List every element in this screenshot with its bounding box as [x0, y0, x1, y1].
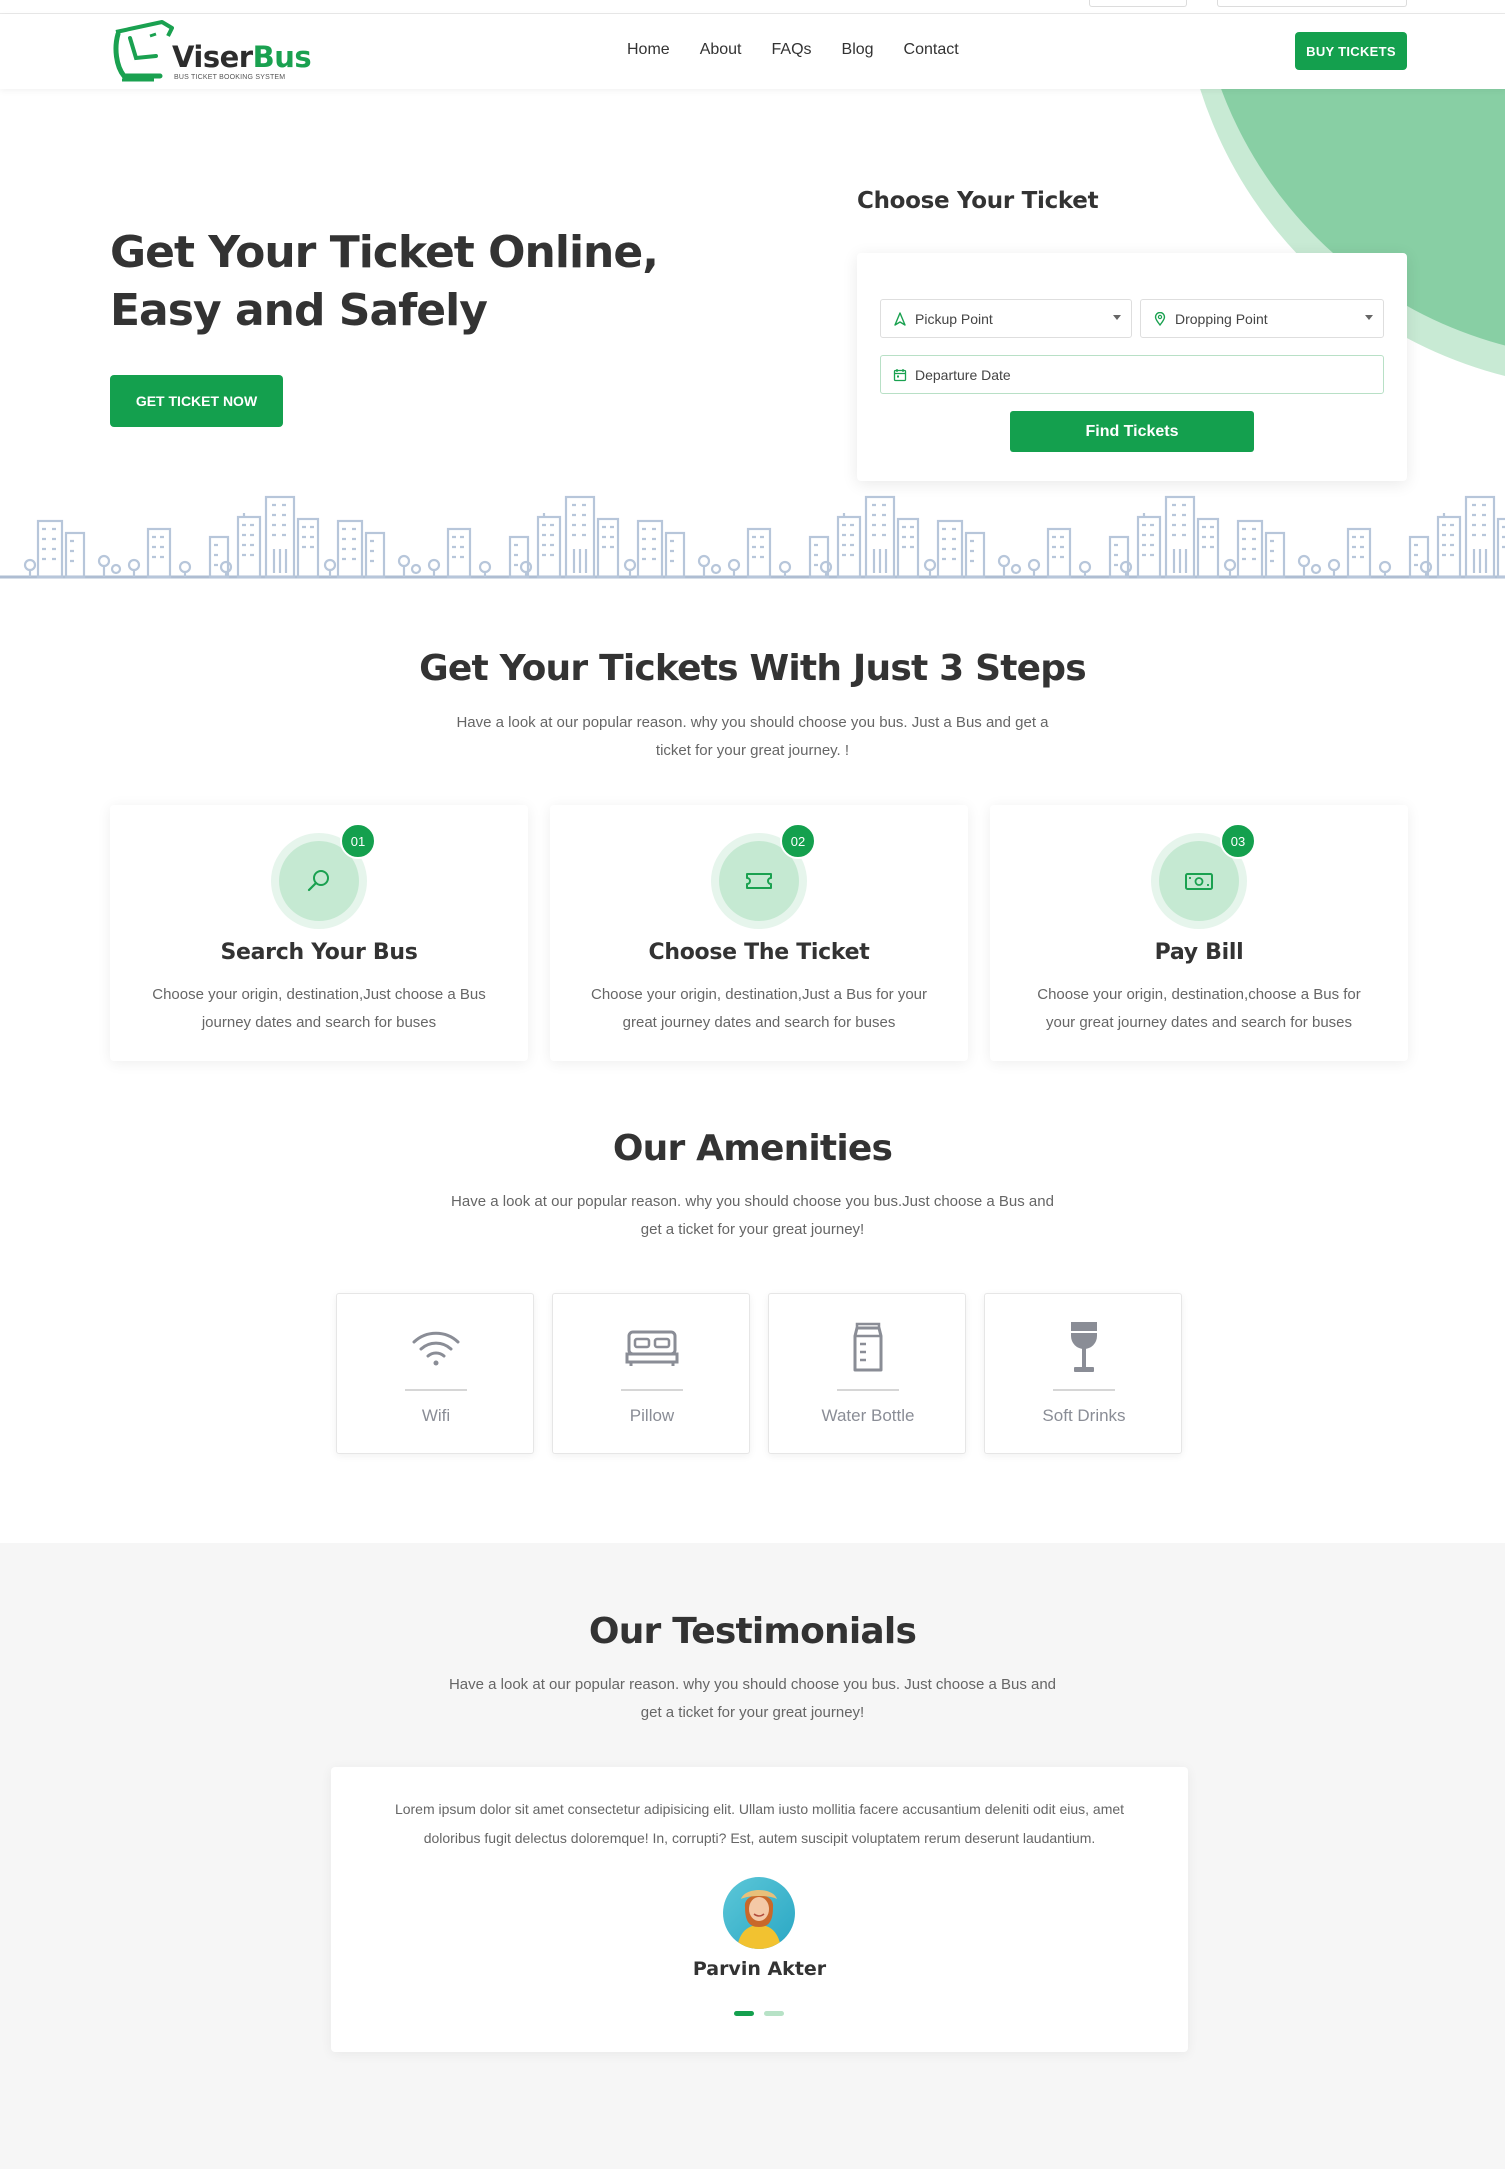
logo-text: ViserBus	[172, 40, 312, 74]
pickup-point-label: Pickup Point	[915, 310, 993, 327]
step-title: Search Your Bus	[220, 940, 418, 965]
hero-section: Get Your Ticket Online, Easy and Safely …	[0, 89, 1505, 579]
hero-title: Get Your Ticket Online, Easy and Safely	[110, 227, 659, 336]
testimonial-quote: Lorem ipsum dolor sit amet consectetur a…	[394, 1801, 1125, 1846]
chevron-down-icon	[1113, 315, 1121, 320]
amenity-soft-drinks: Soft Drinks	[984, 1293, 1182, 1454]
amenity-wifi: Wifi	[336, 1293, 534, 1454]
top-bar-chip-language[interactable]	[1089, 0, 1187, 7]
testimonials-subtitle: Have a look at our popular reason. why y…	[448, 1676, 1057, 1721]
bottle-icon	[853, 1322, 883, 1372]
amenity-label: Soft Drinks	[1042, 1406, 1126, 1425]
testimonial-card: Lorem ipsum dolor sit amet consectetur a…	[331, 1767, 1188, 2052]
step-number: 01	[340, 823, 376, 859]
navigation-icon	[893, 311, 907, 326]
map-pin-icon	[1153, 311, 1167, 326]
testimonial-author: Parvin Akter	[692, 1958, 827, 1980]
amenities-title: Our Amenities	[612, 1128, 893, 1169]
carousel-dot-1[interactable]	[734, 2011, 754, 2016]
step-description: Choose your origin, destination,Just cho…	[152, 986, 486, 1031]
amenities-subtitle: Have a look at our popular reason. why y…	[451, 1193, 1054, 1238]
nav-blog[interactable]: Blog	[842, 41, 874, 59]
departure-date-input[interactable]: Departure Date	[880, 355, 1384, 394]
step-title: Pay Bill	[1154, 940, 1244, 965]
step-number: 03	[1220, 823, 1256, 859]
amenity-label: Pillow	[629, 1406, 675, 1425]
wifi-icon	[412, 1331, 460, 1366]
bus-logo-icon	[113, 20, 174, 82]
nav-about[interactable]: About	[700, 41, 742, 59]
dropping-point-select[interactable]: Dropping Point	[1140, 299, 1384, 338]
departure-date-label: Departure Date	[915, 366, 1011, 383]
calendar-icon	[893, 368, 907, 382]
steps-title: Get Your Tickets With Just 3 Steps	[419, 648, 1086, 689]
step-card-pay: 03 Pay Bill Choose your origin, destinat…	[990, 805, 1408, 1061]
ticket-icon	[746, 873, 772, 889]
top-bar-chip-account[interactable]	[1217, 0, 1407, 7]
step-card-ticket: 02 Choose The Ticket Choose your origin,…	[550, 805, 968, 1061]
logo[interactable]: ViserBus BUS TICKET BOOKING SYSTEM	[110, 18, 312, 86]
booking-form: Pickup Point Dropping Point Departure Da…	[857, 253, 1407, 481]
amenity-pillow: Pillow	[552, 1293, 750, 1454]
step-number: 02	[780, 823, 816, 859]
step-title: Choose The Ticket	[648, 940, 870, 965]
logo-tagline: BUS TICKET BOOKING SYSTEM	[174, 74, 286, 81]
top-bar	[0, 0, 1505, 14]
divider	[1053, 1389, 1115, 1391]
nav-contact[interactable]: Contact	[904, 41, 959, 59]
carousel-dot-2[interactable]	[764, 2011, 784, 2016]
testimonials-title: Our Testimonials	[588, 1611, 917, 1652]
site-header: ViserBus BUS TICKET BOOKING SYSTEM Home …	[0, 14, 1505, 89]
amenity-label: Water Bottle	[821, 1406, 915, 1425]
booking-title: Choose Your Ticket	[857, 188, 1099, 214]
main-nav: Home About FAQs Blog Contact	[627, 41, 989, 59]
nav-home[interactable]: Home	[627, 41, 670, 59]
divider	[405, 1389, 467, 1391]
pickup-point-select[interactable]: Pickup Point	[880, 299, 1132, 338]
amenity-label: Wifi	[421, 1406, 451, 1425]
search-icon	[307, 870, 329, 892]
step-description: Choose your origin, destination,choose a…	[1037, 986, 1361, 1031]
nav-faqs[interactable]: FAQs	[772, 41, 812, 59]
divider	[837, 1389, 899, 1391]
find-tickets-button[interactable]: Find Tickets	[1010, 411, 1254, 452]
buy-tickets-button[interactable]: BUY TICKETS	[1295, 32, 1407, 70]
money-icon	[1185, 873, 1213, 890]
steps-subtitle: Have a look at our popular reason. why y…	[456, 714, 1049, 759]
get-ticket-now-button[interactable]: GET TICKET NOW	[110, 375, 283, 427]
step-description: Choose your origin, destination,Just a B…	[590, 986, 927, 1031]
glass-icon	[1071, 1322, 1097, 1372]
carousel-dots	[734, 2011, 784, 2016]
divider	[621, 1389, 683, 1391]
amenity-water-bottle: Water Bottle	[768, 1293, 966, 1454]
bed-icon	[625, 1330, 679, 1366]
chevron-down-icon	[1365, 315, 1373, 320]
dropping-point-label: Dropping Point	[1175, 310, 1268, 327]
city-skyline-illustration	[0, 495, 1505, 579]
step-card-search: 01 Search Your Bus Choose your origin, d…	[110, 805, 528, 1061]
avatar	[723, 1877, 795, 1949]
